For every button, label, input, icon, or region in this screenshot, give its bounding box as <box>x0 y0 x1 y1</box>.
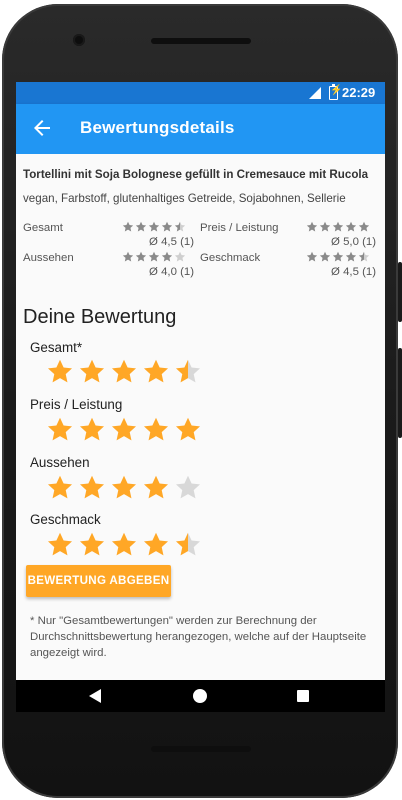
star-icon[interactable] <box>78 416 106 444</box>
star-icon <box>332 251 344 262</box>
rating-label-gesamt: Gesamt* <box>30 340 83 355</box>
submit-rating-button[interactable]: BEWERTUNG ABGEBEN <box>26 565 171 597</box>
nav-home-icon[interactable] <box>193 689 207 703</box>
rating-stars-gesamt[interactable] <box>46 358 206 386</box>
star-icon[interactable] <box>110 358 138 386</box>
rating-note: * Nur "Gesamtbewertungen" werden zur Ber… <box>30 615 367 659</box>
summary-avg-aussehen: Ø 4,0 (1) <box>149 266 194 278</box>
bottom-speaker <box>151 746 251 752</box>
status-bar: 4G ⚡ 22:29 <box>16 82 385 104</box>
network-type: 4G <box>308 84 317 90</box>
summary-avg-geschmack: Ø 4,5 (1) <box>331 266 376 278</box>
nav-back-icon[interactable] <box>89 689 101 703</box>
star-icon <box>161 221 173 232</box>
star-icon[interactable] <box>110 416 138 444</box>
arrow-back-icon[interactable] <box>30 116 54 140</box>
star-icon <box>135 221 147 232</box>
star-icon[interactable] <box>142 416 170 444</box>
star-icon <box>135 251 147 262</box>
summary-stars-preis <box>306 221 371 233</box>
star-icon[interactable] <box>78 358 106 386</box>
system-nav-bar <box>16 680 385 712</box>
star-icon[interactable] <box>142 531 170 559</box>
star-icon <box>122 221 134 232</box>
rating-stars-preis[interactable] <box>46 416 206 444</box>
star-icon[interactable] <box>174 474 202 502</box>
star-icon[interactable] <box>46 416 74 444</box>
summary-label-aussehen: Aussehen <box>23 252 74 264</box>
star-icon[interactable] <box>46 358 74 386</box>
rating-label-aussehen: Aussehen <box>30 455 90 470</box>
rating-stars-aussehen[interactable] <box>46 474 206 502</box>
summary-stars-geschmack <box>306 251 371 263</box>
dish-name: Tortellini mit Soja Bolognese gefüllt in… <box>23 168 369 181</box>
star-icon[interactable] <box>78 531 106 559</box>
front-camera <box>73 34 85 46</box>
star-icon <box>319 221 331 232</box>
star-icon[interactable] <box>46 474 74 502</box>
app-bar: Bewertungsdetails <box>16 104 385 154</box>
rating-label-preis: Preis / Leistung <box>30 397 123 412</box>
summary-avg-preis: Ø 5,0 (1) <box>331 236 376 248</box>
star-icon <box>332 221 344 232</box>
star-icon[interactable] <box>110 474 138 502</box>
screen: 4G ⚡ 22:29 Bewertungsdetails Tortellini … <box>16 82 385 712</box>
star-icon[interactable] <box>46 531 74 559</box>
star-icon <box>358 251 370 262</box>
phone-frame: 4G ⚡ 22:29 Bewertungsdetails Tortellini … <box>0 0 402 800</box>
power-button <box>398 348 402 438</box>
star-icon <box>306 221 318 232</box>
star-icon <box>345 221 357 232</box>
star-icon <box>122 251 134 262</box>
star-icon <box>148 251 160 262</box>
star-icon <box>174 221 186 232</box>
star-icon <box>306 251 318 262</box>
dish-tags: vegan, Farbstoff, glutenhaltiges Getreid… <box>23 192 346 205</box>
volume-button <box>398 262 402 322</box>
section-title-deine-bewertung: Deine Bewertung <box>23 306 177 328</box>
summary-stars-aussehen <box>122 251 187 263</box>
summary-stars-gesamt <box>122 221 187 233</box>
star-icon <box>148 221 160 232</box>
rating-label-geschmack: Geschmack <box>30 512 101 527</box>
star-icon <box>345 251 357 262</box>
charging-icon: ⚡ <box>330 85 343 96</box>
summary-label-geschmack: Geschmack <box>200 252 261 264</box>
summary-avg-gesamt: Ø 4,5 (1) <box>149 236 194 248</box>
star-icon <box>174 251 186 262</box>
star-icon[interactable] <box>110 531 138 559</box>
star-icon[interactable] <box>142 474 170 502</box>
star-icon <box>319 251 331 262</box>
summary-label-preis: Preis / Leistung <box>200 222 279 234</box>
earpiece-speaker <box>151 38 251 44</box>
summary-label-gesamt: Gesamt <box>23 222 63 234</box>
star-icon[interactable] <box>174 531 202 559</box>
star-icon[interactable] <box>174 358 202 386</box>
status-time: 22:29 <box>342 85 376 100</box>
star-icon[interactable] <box>78 474 106 502</box>
star-icon <box>358 221 370 232</box>
content: Tortellini mit Soja Bolognese gefüllt in… <box>16 154 385 680</box>
star-icon[interactable] <box>174 416 202 444</box>
star-icon[interactable] <box>142 358 170 386</box>
page-title: Bewertungsdetails <box>80 118 235 137</box>
nav-recents-icon[interactable] <box>297 690 309 702</box>
rating-stars-geschmack[interactable] <box>46 531 206 559</box>
star-icon <box>161 251 173 262</box>
